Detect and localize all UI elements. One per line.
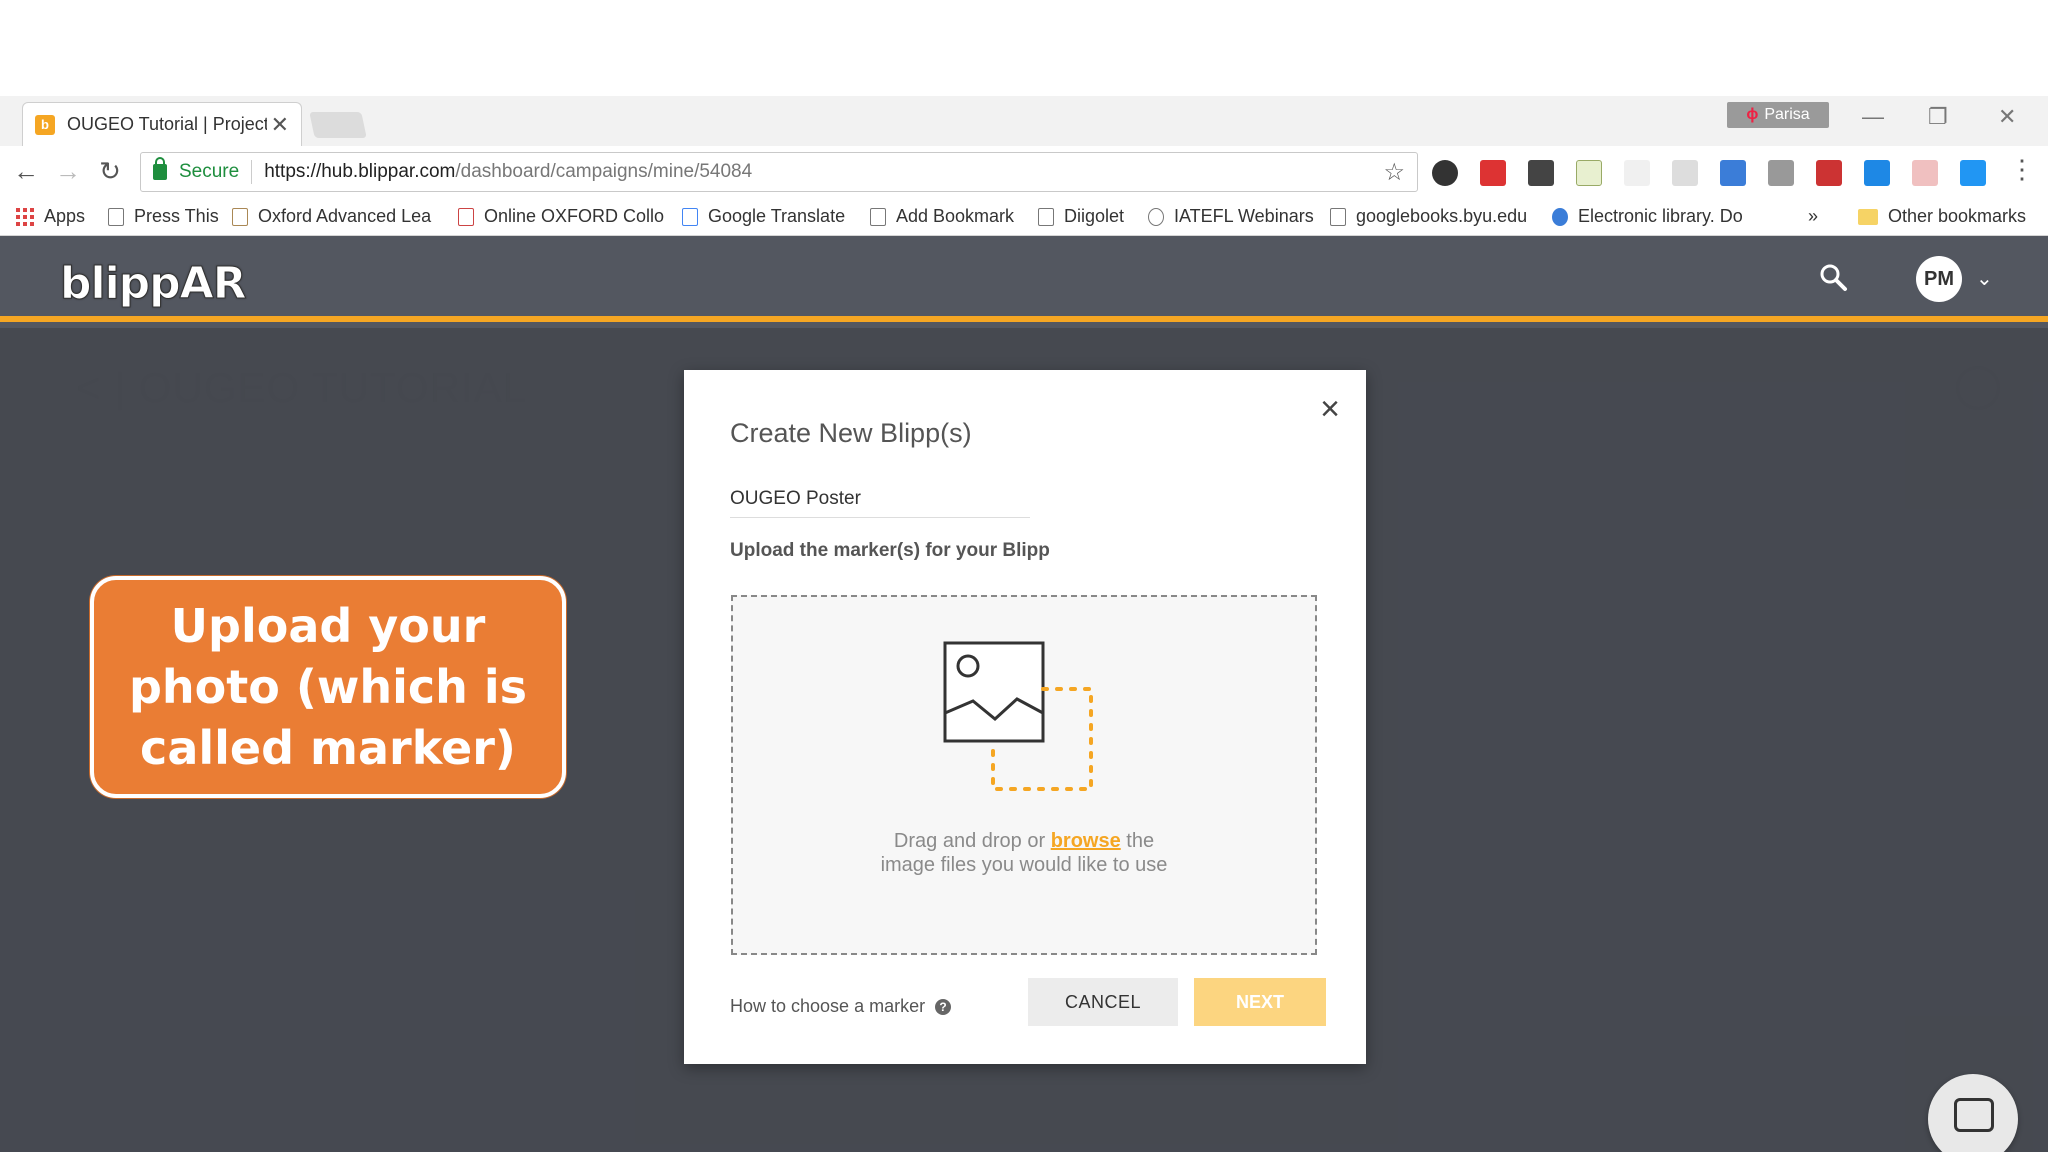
omnibox-separator	[251, 160, 253, 184]
how-to-choose-marker-link[interactable]: How to choose a marker ?	[730, 996, 952, 1017]
dropzone-text-part: Drag and drop or	[893, 830, 1051, 852]
restore-icon[interactable]: ❐	[1928, 104, 1948, 130]
extension-icon[interactable]	[1528, 160, 1554, 186]
info-icon[interactable]	[1956, 366, 2000, 410]
reload-icon[interactable]: ↻	[94, 156, 126, 187]
secure-label: Secure	[179, 161, 240, 182]
bookmark-label: Oxford Advanced Lea	[258, 206, 432, 226]
bookmark-item[interactable]: Electronic library. Do	[1552, 206, 1743, 227]
url-host: https://hub.blippar.com	[264, 161, 456, 182]
close-icon[interactable]: ×	[1320, 392, 1340, 426]
bookmarks-overflow-icon[interactable]: »	[1808, 206, 1818, 227]
page-icon	[108, 207, 124, 226]
bookmark-label: Add Bookmark	[896, 206, 1015, 226]
extension-icon[interactable]	[1432, 160, 1458, 186]
app-header: blippAR PM ⌄	[0, 236, 2048, 322]
modal-title: Create New Blipp(s)	[730, 418, 972, 448]
cancel-button[interactable]: CANCEL	[1028, 978, 1178, 1026]
bookmark-item[interactable]: Diigolet	[1038, 206, 1124, 227]
download-extension-icon[interactable]	[1768, 160, 1794, 186]
bookmark-label: IATEFL Webinars	[1174, 206, 1314, 226]
image-upload-icon	[943, 641, 1093, 791]
minimize-icon[interactable]: —	[1862, 104, 1884, 130]
extension-icon[interactable]	[1720, 160, 1746, 186]
bookmark-apps[interactable]: Apps	[16, 206, 85, 227]
browser-toolbar: ← → ↻ Secure https://hub.blippar.com/das…	[0, 146, 2048, 198]
bookmark-label: Online OXFORD Collo	[484, 206, 665, 226]
dropzone-text: Drag and drop or browse the image files …	[733, 829, 1315, 877]
browser-tab[interactable]: b OUGEO Tutorial | Project ✕	[22, 102, 302, 146]
extension-icon[interactable]	[1864, 160, 1890, 186]
bookmark-item[interactable]: Oxford Advanced Lea	[232, 206, 431, 227]
profile-icon: ϕ	[1746, 106, 1759, 123]
slide: b OUGEO Tutorial | Project ✕ ϕ Parisa — ❐…	[0, 0, 2048, 1152]
callout-text: Upload your photo (which is called marke…	[128, 598, 528, 775]
create-blipp-modal: × Create New Blipp(s) OUGEO Poster Uploa…	[684, 370, 1366, 1064]
profile-name: Parisa	[1764, 106, 1810, 123]
bookmarks-bar: Apps Press This Oxford Advanced Lea Onli…	[0, 198, 2048, 236]
bookmark-label: Press This	[134, 206, 219, 226]
blippar-favicon-icon: b	[35, 114, 55, 135]
tab-close-icon[interactable]: ✕	[271, 112, 289, 138]
menu-kebab-icon[interactable]: ⋮	[2006, 154, 2038, 185]
other-bookmarks-label: Other bookmarks	[1888, 206, 2027, 226]
search-icon[interactable]	[1818, 262, 1848, 292]
lock-icon	[153, 157, 167, 180]
bookmark-label: Electronic library. Do	[1578, 206, 1743, 226]
tab-title: OUGEO Tutorial | Project	[67, 114, 267, 134]
download-icon[interactable]	[1960, 160, 1986, 186]
apps-grid-icon	[16, 207, 34, 226]
upload-label: Upload the marker(s) for your Blipp	[730, 540, 1050, 561]
next-button[interactable]: NEXT	[1194, 978, 1326, 1026]
extension-on-icon[interactable]	[1816, 160, 1842, 186]
avatar[interactable]: PM	[1916, 256, 1962, 302]
oxford-collocations-icon	[458, 207, 474, 226]
forward-arrow-icon[interactable]: →	[52, 156, 84, 187]
bookmark-star-icon[interactable]: ☆	[1383, 158, 1405, 187]
page-icon	[870, 207, 886, 226]
extension-icon[interactable]	[1480, 160, 1506, 186]
extension-icon[interactable]	[1912, 160, 1938, 186]
globe-icon	[1552, 207, 1568, 226]
blippar-logo[interactable]: blippAR	[60, 258, 248, 310]
page-title: < | OUGEO TUTORIAL	[76, 364, 527, 411]
extension-icon[interactable]	[1576, 160, 1602, 186]
bookmark-item[interactable]: IATEFL Webinars	[1148, 206, 1314, 227]
chevron-down-icon[interactable]: ⌄	[1976, 266, 1993, 291]
how-to-label: How to choose a marker	[730, 996, 926, 1016]
page-icon	[1330, 207, 1346, 226]
oxford-icon	[232, 207, 248, 226]
url-path: /dashboard/campaigns/mine/54084	[455, 161, 753, 182]
bookmark-item[interactable]: Online OXFORD Collo	[458, 206, 664, 227]
bookmark-item[interactable]: googlebooks.byu.edu	[1330, 206, 1527, 227]
extension-icon[interactable]	[1624, 160, 1650, 186]
window-close-icon[interactable]: ✕	[1998, 104, 2016, 130]
bookmark-label: Apps	[44, 206, 86, 226]
iatefl-icon	[1148, 207, 1164, 226]
page-icon	[1038, 207, 1054, 226]
dropzone-text-part: the	[1120, 830, 1155, 852]
bookmark-item[interactable]: Add Bookmark	[870, 206, 1014, 227]
new-tab-button[interactable]	[309, 112, 367, 138]
address-bar[interactable]: Secure https://hub.blippar.com/dashboard…	[140, 152, 1418, 192]
help-icon[interactable]: ?	[935, 998, 952, 1015]
profile-chip[interactable]: ϕ Parisa	[1727, 102, 1829, 128]
bookmark-label: googlebooks.byu.edu	[1356, 206, 1528, 226]
blipp-name-input[interactable]: OUGEO Poster	[730, 482, 1030, 518]
back-arrow-icon[interactable]: ←	[10, 156, 42, 187]
dropzone-text-line2: image files you would like to use	[880, 854, 1168, 876]
bookmark-item[interactable]: Press This	[108, 206, 219, 227]
translate-icon	[682, 207, 698, 226]
bookmark-label: Google Translate	[708, 206, 846, 226]
tutorial-callout: Upload your photo (which is called marke…	[90, 576, 566, 798]
other-bookmarks[interactable]: Other bookmarks	[1858, 206, 2026, 227]
extension-icon[interactable]	[1672, 160, 1698, 186]
bookmark-item[interactable]: Google Translate	[682, 206, 845, 227]
bookmark-label: Diigolet	[1064, 206, 1125, 226]
browse-link[interactable]: browse	[1051, 830, 1121, 852]
browser-tab-bar: b OUGEO Tutorial | Project ✕ ϕ Parisa — ❐…	[0, 96, 2048, 146]
upload-dropzone[interactable]: Drag and drop or browse the image files …	[731, 595, 1317, 955]
folder-icon	[1858, 208, 1878, 225]
chat-icon	[1954, 1098, 1994, 1132]
